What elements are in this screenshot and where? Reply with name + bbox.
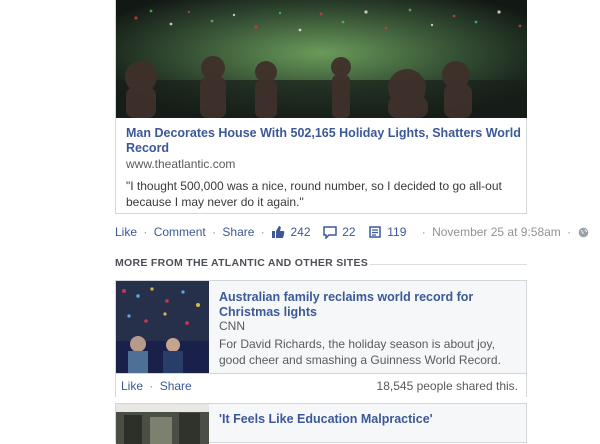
separator: · xyxy=(149,379,154,393)
comment-icon[interactable] xyxy=(323,224,337,240)
holiday-lights-photo[interactable] xyxy=(116,0,527,118)
related-story-footer: Like · Share 18,545 people shared this. xyxy=(116,373,526,397)
shares-count[interactable]: 119 xyxy=(387,225,406,239)
globe-icon[interactable] xyxy=(578,225,589,239)
separator: · xyxy=(567,224,572,239)
separator: · xyxy=(212,224,217,239)
related-story-summary: For David Richards, the holiday season i… xyxy=(219,337,501,367)
section-header: MORE FROM THE ATLANTIC AND OTHER SITES xyxy=(115,257,369,269)
comment-link[interactable]: Comment xyxy=(154,225,206,239)
post-actions: Like · Comment · Share · 242 22 119 · No… xyxy=(115,224,588,240)
like-link[interactable]: Like xyxy=(115,225,137,239)
shared-story-card: Man Decorates House With 502,165 Holiday… xyxy=(115,0,527,214)
related-share-link[interactable]: Share xyxy=(160,379,192,393)
separator: · xyxy=(143,224,148,239)
related-like-link[interactable]: Like xyxy=(121,379,143,393)
related-story-card[interactable]: Australian family reclaims world record … xyxy=(115,280,527,397)
section-divider xyxy=(370,264,527,265)
main-story-quote: "I thought 500,000 was a nice, round num… xyxy=(126,179,502,209)
related-share-count: 18,545 people shared this. xyxy=(376,379,518,393)
related-story-source: CNN xyxy=(219,319,245,333)
related-story-title-link[interactable]: Australian family reclaims world record … xyxy=(219,290,514,320)
post-timestamp[interactable]: November 25 at 9:58am xyxy=(432,225,561,239)
related-story-card[interactable]: 'It Feels Like Education Malpractice' xyxy=(115,403,527,444)
related-story-title-link[interactable]: 'It Feels Like Education Malpractice' xyxy=(219,412,514,427)
main-story-title-link[interactable]: Man Decorates House With 502,165 Holiday… xyxy=(126,126,521,156)
thumbs-up-icon[interactable] xyxy=(271,224,285,239)
separator: · xyxy=(421,224,426,239)
likes-count[interactable]: 242 xyxy=(290,225,310,239)
separator: · xyxy=(260,224,265,239)
main-story-domain: www.theatlantic.com xyxy=(126,157,236,171)
share-icon[interactable] xyxy=(368,224,382,239)
related-story-thumbnail[interactable] xyxy=(116,404,209,444)
comments-count[interactable]: 22 xyxy=(342,225,355,239)
related-story-thumbnail[interactable] xyxy=(116,281,209,373)
related-story-actions: Like · Share xyxy=(121,379,192,393)
share-link[interactable]: Share xyxy=(222,225,254,239)
